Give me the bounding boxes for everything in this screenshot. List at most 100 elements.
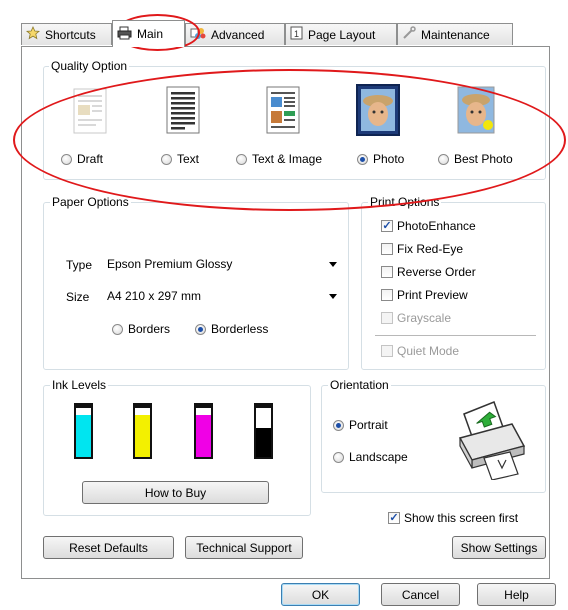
divider <box>375 335 536 336</box>
advanced-icon <box>190 26 206 43</box>
tab-main[interactable]: Main <box>112 20 185 47</box>
page-layout-icon: 1 <box>290 26 303 43</box>
ink-level-fill <box>196 415 211 457</box>
tab-shortcuts[interactable]: Shortcuts <box>21 23 112 45</box>
tab-label: Shortcuts <box>45 27 96 42</box>
checkbox-label: Show this screen first <box>404 511 519 525</box>
radio-label: Photo <box>373 152 405 166</box>
quiet-mode-checkbox[interactable]: Quiet Mode <box>381 344 459 358</box>
borders-radio[interactable]: Borders <box>112 322 170 336</box>
reset-defaults-button[interactable]: Reset Defaults <box>43 536 174 559</box>
tab-label: Maintenance <box>421 27 490 42</box>
text-preview-icon[interactable] <box>163 85 203 135</box>
radio-label: Text & Image <box>252 152 323 166</box>
radio-label: Landscape <box>349 450 408 464</box>
checkbox-label: Quiet Mode <box>397 344 460 358</box>
magenta-ink-cartridge-icon <box>194 403 213 459</box>
tab-strip: Shortcuts Main Advanced 1 Page Layout Ma… <box>21 20 550 47</box>
tab-label: Advanced <box>211 27 265 42</box>
quality-text-image-radio[interactable]: Text & Image <box>236 152 322 166</box>
ink-level-fill <box>135 415 150 457</box>
checkbox-label: PhotoEnhance <box>397 219 476 233</box>
ink-level-fill <box>76 415 91 457</box>
quality-option-title: Quality Option <box>49 59 130 73</box>
yellow-ink-cartridge-icon <box>133 403 152 459</box>
reverse-order-checkbox[interactable]: Reverse Order <box>381 265 476 279</box>
radio-circle <box>438 153 449 165</box>
show-settings-button[interactable]: Show Settings <box>452 536 546 559</box>
paper-options-title: Paper Options <box>50 195 131 209</box>
photoenhance-checkbox[interactable]: ✓ PhotoEnhance <box>381 219 476 233</box>
landscape-radio[interactable]: Landscape <box>333 450 408 464</box>
print-options-title: Print Options <box>368 195 442 209</box>
show-screen-first-checkbox[interactable]: ✓ Show this screen first <box>388 511 518 525</box>
radio-circle <box>112 323 123 335</box>
quality-best-photo-radio[interactable]: Best Photo <box>438 152 513 166</box>
tab-label: Page Layout <box>308 27 376 42</box>
checkbox-box <box>381 289 393 301</box>
how-to-buy-button[interactable]: How to Buy <box>82 481 269 504</box>
grayscale-checkbox[interactable]: Grayscale <box>381 311 451 325</box>
chevron-down-icon <box>329 294 337 299</box>
checkbox-box <box>381 266 393 278</box>
radio-label: Text <box>177 152 200 166</box>
paper-size-value: A4 210 x 297 mm <box>107 289 202 303</box>
photo-preview-icon[interactable] <box>356 84 400 136</box>
radio-circle <box>61 153 72 165</box>
paper-type-select[interactable]: Epson Premium Glossy <box>102 253 342 275</box>
cancel-button[interactable]: Cancel <box>381 583 460 606</box>
technical-support-button[interactable]: Technical Support <box>185 536 303 559</box>
quality-draft-radio[interactable]: Draft <box>61 152 103 166</box>
paper-type-value: Epson Premium Glossy <box>107 257 233 271</box>
checkbox-label: Reverse Order <box>397 265 476 279</box>
printer-icon <box>117 26 132 43</box>
black-ink-cartridge-icon <box>254 403 273 459</box>
quality-photo-radio[interactable]: Photo <box>357 152 404 166</box>
ink-levels-title: Ink Levels <box>50 378 109 392</box>
checkmark-icon: ✓ <box>381 220 393 232</box>
radio-label: Borderless <box>211 322 269 336</box>
ink-level-fill <box>256 427 271 457</box>
draft-preview-icon[interactable] <box>70 87 110 137</box>
tab-page-layout[interactable]: 1 Page Layout <box>285 23 397 45</box>
tab-label: Main <box>137 27 164 41</box>
radio-label: Draft <box>77 152 104 166</box>
paper-type-label: Type <box>66 258 93 272</box>
paper-size-select[interactable]: A4 210 x 297 mm <box>102 285 342 307</box>
star-icon <box>25 26 41 43</box>
checkbox-label: Print Preview <box>397 288 468 302</box>
radio-circle <box>333 419 344 431</box>
chevron-down-icon <box>329 262 337 267</box>
borderless-radio[interactable]: Borderless <box>195 322 268 336</box>
cyan-ink-cartridge-icon <box>74 403 93 459</box>
ok-button[interactable]: OK <box>281 583 360 606</box>
tab-advanced[interactable]: Advanced <box>185 23 285 45</box>
paper-size-label: Size <box>66 290 90 304</box>
checkbox-label: Fix Red-Eye <box>397 242 464 256</box>
quality-text-radio[interactable]: Text <box>161 152 199 166</box>
radio-label: Portrait <box>349 418 388 432</box>
checkbox-box <box>381 243 393 255</box>
checkbox-box <box>381 345 393 357</box>
text-image-preview-icon[interactable] <box>263 85 303 135</box>
radio-circle <box>357 153 368 165</box>
printer-portrait-icon <box>454 394 530 483</box>
print-preview-checkbox[interactable]: Print Preview <box>381 288 468 302</box>
radio-label: Best Photo <box>454 152 513 166</box>
help-button[interactable]: Help <box>477 583 556 606</box>
wrench-icon <box>402 26 416 43</box>
svg-text:1: 1 <box>294 29 299 39</box>
radio-circle <box>333 451 344 463</box>
best-photo-preview-icon[interactable] <box>456 85 496 135</box>
orientation-title: Orientation <box>328 378 391 392</box>
tab-maintenance[interactable]: Maintenance <box>397 23 513 45</box>
radio-circle <box>161 153 172 165</box>
checkbox-box <box>381 312 393 324</box>
portrait-radio[interactable]: Portrait <box>333 418 388 432</box>
fix-red-eye-checkbox[interactable]: Fix Red-Eye <box>381 242 463 256</box>
radio-circle <box>236 153 247 165</box>
checkmark-icon: ✓ <box>388 512 400 524</box>
radio-label: Borders <box>128 322 171 336</box>
checkbox-label: Grayscale <box>397 311 452 325</box>
radio-circle <box>195 323 206 335</box>
